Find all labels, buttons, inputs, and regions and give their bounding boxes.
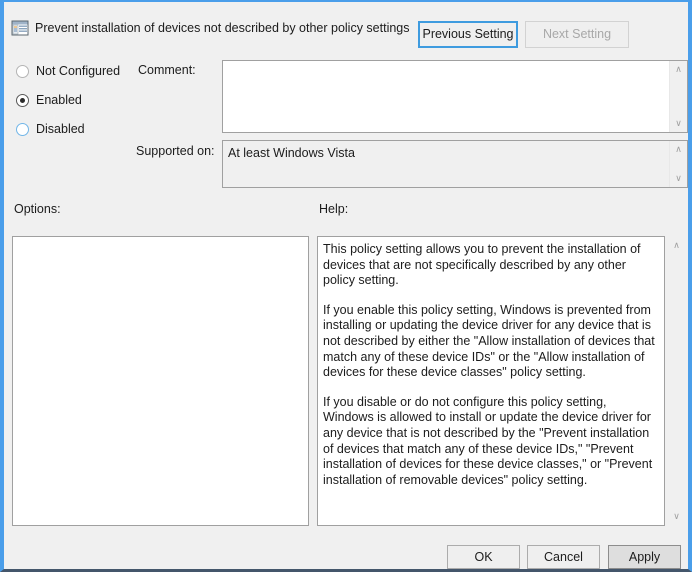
- chevron-down-icon[interactable]: ∨: [670, 170, 687, 187]
- supported-on-value: At least Windows Vista: [228, 146, 355, 160]
- help-paragraph: This policy setting allows you to preven…: [323, 242, 641, 288]
- radio-not-configured[interactable]: Not Configured: [16, 64, 120, 78]
- ok-button[interactable]: OK: [447, 545, 520, 569]
- chevron-up-icon[interactable]: ∧: [670, 141, 687, 158]
- radio-enabled-label: Enabled: [36, 93, 82, 107]
- chevron-up-icon[interactable]: ∧: [670, 61, 687, 78]
- policy-setting-dialog: Prevent installation of devices not desc…: [0, 0, 692, 572]
- chevron-down-icon[interactable]: ∨: [670, 115, 687, 132]
- help-label: Help:: [319, 202, 349, 216]
- group-policy-setting-icon: [11, 19, 29, 37]
- options-label: Options:: [14, 202, 61, 216]
- radio-disabled-mark: [16, 122, 29, 136]
- chevron-down-icon[interactable]: ∨: [667, 507, 686, 526]
- help-scrollbar[interactable]: ∧ ∨: [667, 236, 686, 526]
- apply-button[interactable]: Apply: [608, 545, 681, 569]
- supported-on-scrollbar[interactable]: ∧ ∨: [669, 141, 687, 187]
- radio-disabled-label: Disabled: [36, 122, 85, 136]
- help-paragraph: If you disable or do not configure this …: [323, 394, 653, 487]
- radio-not-configured-mark: [16, 64, 29, 78]
- radio-disabled[interactable]: Disabled: [16, 122, 85, 136]
- help-paragraph: If you enable this policy setting, Windo…: [323, 302, 655, 380]
- dialog-header: Prevent installation of devices not desc…: [4, 2, 688, 54]
- help-panel: This policy setting allows you to preven…: [317, 236, 665, 526]
- comment-input[interactable]: ∧ ∨: [222, 60, 688, 133]
- radio-not-configured-label: Not Configured: [36, 64, 121, 78]
- next-setting-button[interactable]: Next Setting: [525, 21, 629, 48]
- comment-scrollbar[interactable]: ∧ ∨: [669, 61, 687, 132]
- help-text: This policy setting allows you to preven…: [323, 242, 657, 488]
- chevron-up-icon[interactable]: ∧: [667, 236, 686, 255]
- supported-on-label: Supported on:: [136, 144, 215, 158]
- previous-setting-button[interactable]: Previous Setting: [418, 21, 518, 48]
- radio-enabled-mark: [16, 93, 29, 107]
- radio-enabled[interactable]: Enabled: [16, 93, 82, 107]
- page-title: Prevent installation of devices not desc…: [35, 21, 410, 35]
- options-panel[interactable]: [12, 236, 309, 526]
- cancel-button[interactable]: Cancel: [527, 545, 600, 569]
- comment-label: Comment:: [138, 63, 196, 77]
- supported-on-field[interactable]: At least Windows Vista ∧ ∨: [222, 140, 688, 188]
